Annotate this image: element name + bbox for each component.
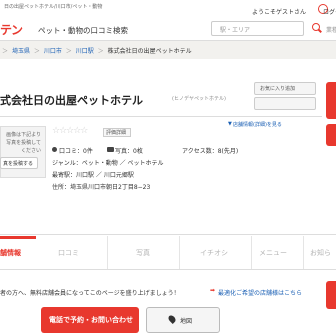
tab-store-info-label: 舗情報: [0, 249, 21, 257]
camera-icon: [107, 147, 114, 152]
breadcrumb-separator: ＞: [2, 48, 9, 55]
arrow-right-icon: ➡: [210, 287, 216, 294]
breadcrumb-current: 株式会社日の出屋ペットホテル: [107, 48, 192, 55]
owner-notice-text: 者の方へ、無料店舗会員になってこのページを盛り上げましょう！: [0, 290, 180, 297]
tabs-top-divider: [0, 234, 336, 235]
photo-count: 写真：0枚: [115, 148, 143, 155]
speech-bubble-icon: [52, 147, 57, 152]
photo-placeholder-text: 画像は下記より写真を投稿してください: [6, 132, 41, 154]
breadcrumb: ＞ 埼玉県 ＞ 川口市 ＞ 川口駅 ＞ 株式会社日の出屋ペットホテル: [0, 46, 192, 55]
tabs-bottom-divider: [0, 269, 336, 270]
call-reservation-label: 電話で予約・お問い合わせ: [49, 316, 133, 324]
station-search-placeholder: 駅・エリア: [220, 27, 251, 34]
keyword-search-input[interactable]: 業種・: [326, 25, 336, 34]
secondary-button[interactable]: [254, 97, 316, 110]
side-action-tab[interactable]: [326, 82, 336, 119]
triangle-icon: ▼: [228, 121, 232, 127]
site-logo[interactable]: テン: [0, 21, 23, 38]
breadcrumb-separator: ＞: [65, 48, 72, 55]
genre-info: ジャンル：ペット・動物 ／ ペットホテル: [52, 160, 164, 167]
welcome-text: ようこそゲストさん: [252, 9, 307, 16]
tab-oshirase-label: お知ら: [310, 249, 331, 257]
owner-registration-link[interactable]: 最適化ご希望の店舗様はこちら: [218, 288, 302, 297]
map-button-label: 地図: [180, 318, 193, 325]
post-photo-label: 真を投稿する: [3, 161, 34, 167]
side-action-tab[interactable]: [326, 281, 336, 309]
tab-photos-label: 写真: [136, 249, 150, 257]
title-kana: (ヒノデヤペットホテル): [172, 96, 226, 102]
add-favorite-label: お気に入り追加: [260, 86, 296, 92]
search-icon-handle: [318, 28, 322, 33]
rating-detail-label: 評価詳細: [106, 130, 127, 136]
tab-menu-label: メニュー: [259, 249, 287, 257]
breadcrumb-item-prefecture[interactable]: 埼玉県: [12, 48, 30, 55]
review-count: 口コミ：0件: [59, 148, 93, 155]
access-count: アクセス数：8(先月): [182, 148, 239, 155]
page-title: 式会社日の出屋ペットホテル: [0, 94, 143, 107]
breadcrumb-item-station[interactable]: 川口駅: [76, 48, 94, 55]
store-info-detail-link[interactable]: 店舗情報(詳細)を見る: [233, 121, 282, 128]
rating-stars: ☆☆☆☆☆: [52, 126, 88, 136]
title-divider: [0, 116, 322, 117]
tab-ichioshi-label: イチオシ: [200, 249, 228, 257]
login-link[interactable]: ログイ: [323, 7, 336, 16]
breadcrumb-separator: ＞: [33, 48, 40, 55]
site-tagline: 日の出屋ペットホテル/川口市/ペット・動物: [4, 4, 103, 10]
nearest-station-info: 最寄駅：川口駅 ／ 川口元郷駅: [52, 172, 134, 179]
breadcrumb-item-city[interactable]: 川口市: [44, 48, 62, 55]
address-info: 住所：埼玉県川口市朝日2丁目8−23: [52, 184, 151, 191]
side-action-tab[interactable]: [326, 124, 336, 146]
tab-kuchikomi-label: 口コミ: [58, 249, 79, 257]
site-description: ペット・動物の口コミ検索: [38, 26, 128, 35]
breadcrumb-separator: ＞: [97, 48, 104, 55]
